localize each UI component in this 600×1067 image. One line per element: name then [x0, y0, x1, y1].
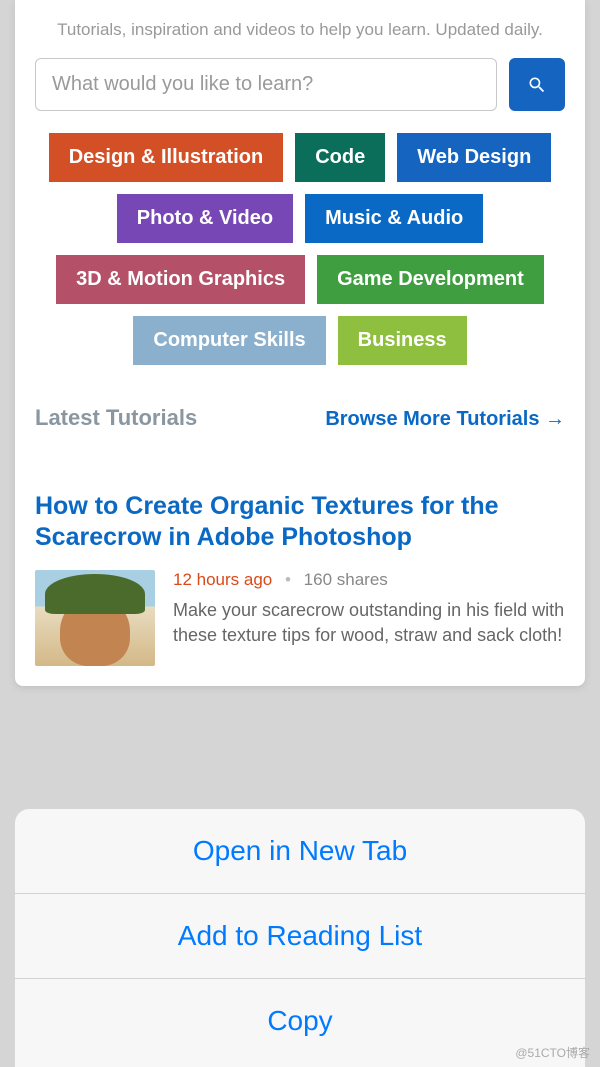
watermark: @51CTO博客	[515, 1044, 590, 1061]
category-3d-motion[interactable]: 3D & Motion Graphics	[56, 255, 305, 304]
page-content: Tutorials, inspiration and videos to hel…	[15, 0, 585, 686]
category-list: Design & Illustration Code Web Design Ph…	[35, 133, 565, 365]
section-header: Latest Tutorials Browse More Tutorials →	[35, 405, 565, 431]
action-add-reading-list[interactable]: Add to Reading List	[15, 894, 585, 979]
meta-separator: •	[285, 570, 291, 589]
article-shares: 160 shares	[304, 570, 388, 589]
category-web-design[interactable]: Web Design	[397, 133, 551, 182]
section-title: Latest Tutorials	[35, 405, 197, 431]
category-business[interactable]: Business	[338, 316, 467, 365]
tagline: Tutorials, inspiration and videos to hel…	[35, 20, 565, 40]
browse-more-link[interactable]: Browse More Tutorials →	[325, 408, 565, 431]
article-info: 12 hours ago • 160 shares Make your scar…	[173, 570, 565, 666]
search-icon	[527, 75, 547, 95]
article-meta: 12 hours ago • 160 shares	[173, 570, 565, 590]
article-excerpt: Make your scarecrow outstanding in his f…	[173, 598, 565, 648]
search-row	[35, 58, 565, 111]
article-time: 12 hours ago	[173, 570, 272, 589]
search-input[interactable]	[35, 58, 497, 111]
category-code[interactable]: Code	[295, 133, 385, 182]
article-link[interactable]: How to Create Organic Textures for the S…	[35, 491, 565, 554]
category-design-illustration[interactable]: Design & Illustration	[49, 133, 283, 182]
search-button[interactable]	[509, 58, 565, 111]
action-open-new-tab[interactable]: Open in New Tab	[15, 809, 585, 894]
article-body: 12 hours ago • 160 shares Make your scar…	[35, 570, 565, 666]
category-game-dev[interactable]: Game Development	[317, 255, 544, 304]
action-sheet: Open in New Tab Add to Reading List Copy	[15, 809, 585, 1067]
category-computer-skills[interactable]: Computer Skills	[133, 316, 325, 365]
category-photo-video[interactable]: Photo & Video	[117, 194, 293, 243]
article-title: How to Create Organic Textures for the S…	[35, 491, 565, 554]
article-thumbnail[interactable]	[35, 570, 155, 666]
action-copy[interactable]: Copy	[15, 979, 585, 1067]
category-music-audio[interactable]: Music & Audio	[305, 194, 483, 243]
